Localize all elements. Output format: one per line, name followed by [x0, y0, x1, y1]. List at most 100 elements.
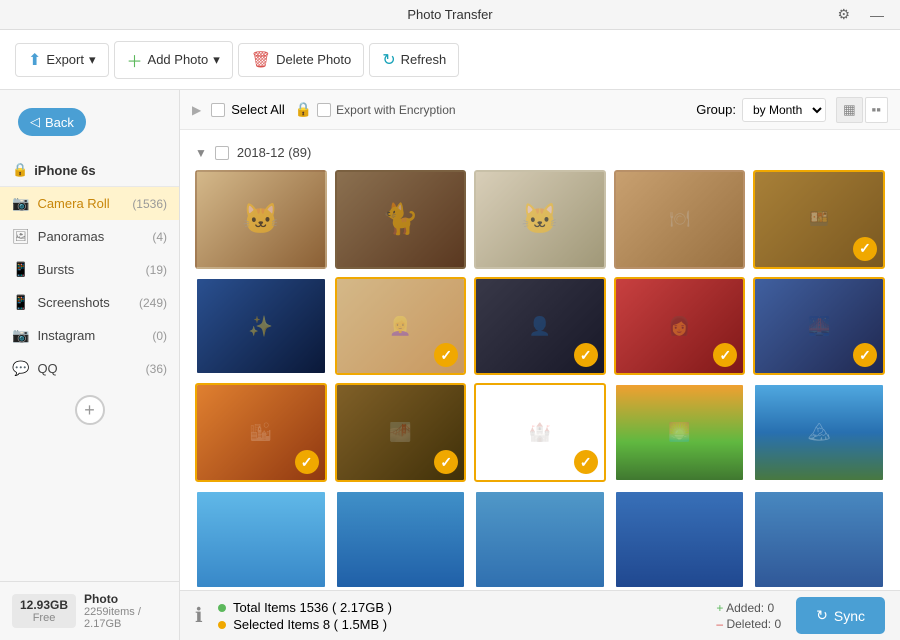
title-bar: Photo Transfer ⚙ —: [0, 0, 900, 30]
photo-thumb[interactable]: 🌅: [614, 383, 746, 482]
refresh-icon: ↻: [382, 50, 395, 70]
add-album-button[interactable]: +: [75, 395, 105, 425]
encrypt-label: Export with Encryption: [336, 103, 455, 117]
export-button[interactable]: ⬆ Export ▾: [15, 43, 109, 77]
add-photo-icon: ＋: [127, 48, 143, 72]
photo-thumb[interactable]: [753, 490, 885, 589]
deleted-label: – Deleted: 0: [716, 617, 781, 631]
sidebar-add-area: +: [0, 385, 179, 435]
screenshots-icon: 📱: [12, 294, 29, 311]
view-toggle: ▦ ▪▪: [836, 97, 888, 123]
group-name: 2018-12 (89): [237, 145, 311, 160]
instagram-count: (0): [152, 329, 167, 343]
photo-thumb-selected[interactable]: 🏰 ✓: [474, 383, 606, 482]
refresh-label: Refresh: [401, 52, 447, 67]
sync-button[interactable]: ↻ Sync: [796, 597, 885, 634]
photo-check: ✓: [853, 237, 877, 261]
group-header: ▼ 2018-12 (89): [195, 140, 885, 170]
delete-photo-icon: 🗑: [251, 50, 271, 70]
photo-thumb[interactable]: [195, 490, 327, 589]
device-icon: 🔒: [12, 162, 28, 178]
storage-free: Free: [33, 612, 56, 624]
photo-thumb-selected[interactable]: 🌉 ✓: [753, 277, 885, 376]
photo-grid-area[interactable]: ▼ 2018-12 (89) 🐱 🐈 🐱 🍽: [180, 130, 900, 590]
qq-count: (36): [146, 362, 167, 376]
sidebar-item-panoramas[interactable]: 🖼 Panoramas (4): [0, 220, 179, 253]
delete-photo-button[interactable]: 🗑 Delete Photo: [238, 43, 364, 77]
panoramas-label: Panoramas: [38, 229, 145, 244]
group-area: Group: by Month by Day by Year: [696, 98, 826, 122]
window-controls: ⚙ —: [831, 4, 890, 25]
add-photo-button[interactable]: ＋ Add Photo ▾: [114, 41, 233, 79]
sidebar-item-screenshots[interactable]: 📱 Screenshots (249): [0, 286, 179, 319]
minimize-button[interactable]: —: [864, 4, 890, 25]
footer-photo-label: Photo: [84, 592, 167, 606]
sidebar-item-bursts[interactable]: 📱 Bursts (19): [0, 253, 179, 286]
export-dropdown-icon: ▾: [89, 52, 96, 68]
bursts-count: (19): [146, 263, 167, 277]
photo-thumb-selected[interactable]: 🌁 ✓: [335, 383, 467, 482]
photo-thumb[interactable]: ✨: [195, 277, 327, 376]
photo-thumb-selected[interactable]: 🏙 ✓: [195, 383, 327, 482]
group-checkbox[interactable]: [215, 146, 229, 160]
sidebar: ◁ Back 🔒 iPhone 6s 📷 Camera Roll (1536) …: [0, 90, 180, 640]
status-bar: ℹ Total Items 1536 ( 2.17GB ) Selected I…: [180, 590, 900, 640]
list-view-button[interactable]: ▪▪: [865, 97, 888, 123]
instagram-label: Instagram: [37, 328, 144, 343]
status-added: + Added: 0 – Deleted: 0: [716, 601, 781, 631]
total-items: Total Items 1536 ( 2.17GB ): [218, 600, 702, 615]
photo-thumb[interactable]: 🐈: [335, 170, 467, 269]
panoramas-icon: 🖼: [12, 228, 30, 245]
group-label: Group:: [696, 102, 736, 117]
photo-thumb[interactable]: 🐱: [474, 170, 606, 269]
sidebar-item-instagram[interactable]: 📷 Instagram (0): [0, 319, 179, 352]
select-all-area: Select All: [211, 102, 284, 117]
screenshots-count: (249): [139, 296, 167, 310]
photo-thumb-selected[interactable]: 👱‍♀️ ✓: [335, 277, 467, 376]
photo-thumb-selected[interactable]: 👩 ✓: [614, 277, 746, 376]
footer-photo-sub: 2259items / 2.17GB: [84, 606, 167, 630]
back-button[interactable]: ◁ Back: [18, 108, 86, 136]
lock-icon: 🔒: [295, 101, 312, 118]
select-all-checkbox[interactable]: [211, 103, 225, 117]
photo-thumb[interactable]: 🐱: [195, 170, 327, 269]
content-area: ▶ Select All 🔒 Export with Encryption Gr…: [180, 90, 900, 640]
grid-view-button[interactable]: ▦: [836, 97, 863, 123]
instagram-icon: 📷: [12, 327, 29, 344]
device-name: 🔒 iPhone 6s: [0, 154, 179, 187]
bursts-icon: 📱: [12, 261, 29, 278]
panoramas-count: (4): [152, 230, 167, 244]
expand-group-icon[interactable]: ▶: [192, 103, 201, 117]
photo-thumb[interactable]: [474, 490, 606, 589]
add-dropdown-icon: ▾: [213, 52, 220, 68]
photo-thumb-selected[interactable]: 🍱 ✓: [753, 170, 885, 269]
photo-thumb[interactable]: 🍽: [614, 170, 746, 269]
group-select[interactable]: by Month by Day by Year: [742, 98, 826, 122]
photo-toolbar: ▶ Select All 🔒 Export with Encryption Gr…: [180, 90, 900, 130]
encrypt-checkbox[interactable]: [317, 103, 331, 117]
sidebar-item-qq[interactable]: 💬 QQ (36): [0, 352, 179, 385]
select-all-label[interactable]: Select All: [231, 102, 284, 117]
qq-label: QQ: [37, 361, 137, 376]
selected-dot: [218, 621, 226, 629]
back-label: Back: [45, 115, 74, 130]
delete-photo-label: Delete Photo: [276, 52, 351, 67]
settings-button[interactable]: ⚙: [831, 4, 856, 25]
main-layout: ◁ Back 🔒 iPhone 6s 📷 Camera Roll (1536) …: [0, 90, 900, 640]
collapse-icon[interactable]: ▼: [195, 146, 207, 160]
photo-thumb[interactable]: [614, 490, 746, 589]
status-info: Total Items 1536 ( 2.17GB ) Selected Ite…: [218, 600, 702, 632]
refresh-button[interactable]: ↻ Refresh: [369, 43, 459, 77]
photo-thumb-selected[interactable]: 👤 ✓: [474, 277, 606, 376]
export-encrypt-button[interactable]: 🔒 Export with Encryption: [295, 101, 456, 118]
export-label: Export: [46, 52, 84, 67]
export-icon: ⬆: [28, 50, 41, 70]
sidebar-item-camera-roll[interactable]: 📷 Camera Roll (1536): [0, 187, 179, 220]
photo-check: ✓: [574, 450, 598, 474]
photo-check: ✓: [295, 450, 319, 474]
main-toolbar: ⬆ Export ▾ ＋ Add Photo ▾ 🗑 Delete Photo …: [0, 30, 900, 90]
added-label: + Added: 0: [716, 601, 781, 615]
status-info-icon: ℹ: [195, 603, 203, 628]
photo-thumb[interactable]: [335, 490, 467, 589]
photo-thumb[interactable]: 🏔: [753, 383, 885, 482]
